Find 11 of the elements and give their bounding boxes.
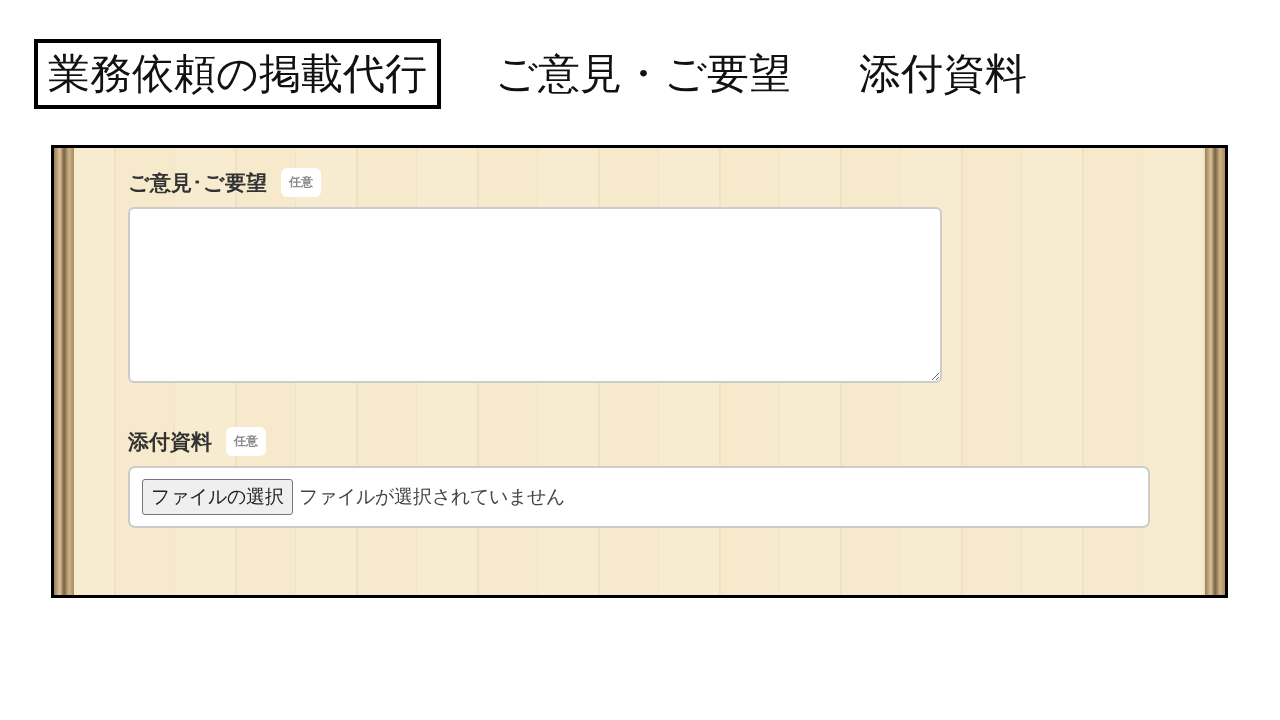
- heading-item: 業務依頼の掲載代行: [34, 38, 441, 110]
- heading-item: 添付資料: [858, 47, 1028, 100]
- file-status: ファイルが選択されていません: [299, 484, 565, 509]
- choose-file-button[interactable]: ファイルの選択: [142, 479, 293, 515]
- field-label: 添付資料: [128, 428, 212, 456]
- file-input[interactable]: ファイルの選択 ファイルが選択されていません: [128, 466, 1150, 528]
- comment-textarea[interactable]: [128, 207, 942, 383]
- optional-badge: 任意: [281, 168, 321, 197]
- field-label: ご意見･ご要望: [128, 169, 267, 197]
- optional-badge: 任意: [226, 427, 266, 456]
- heading-item: ご意見・ご要望: [494, 47, 792, 100]
